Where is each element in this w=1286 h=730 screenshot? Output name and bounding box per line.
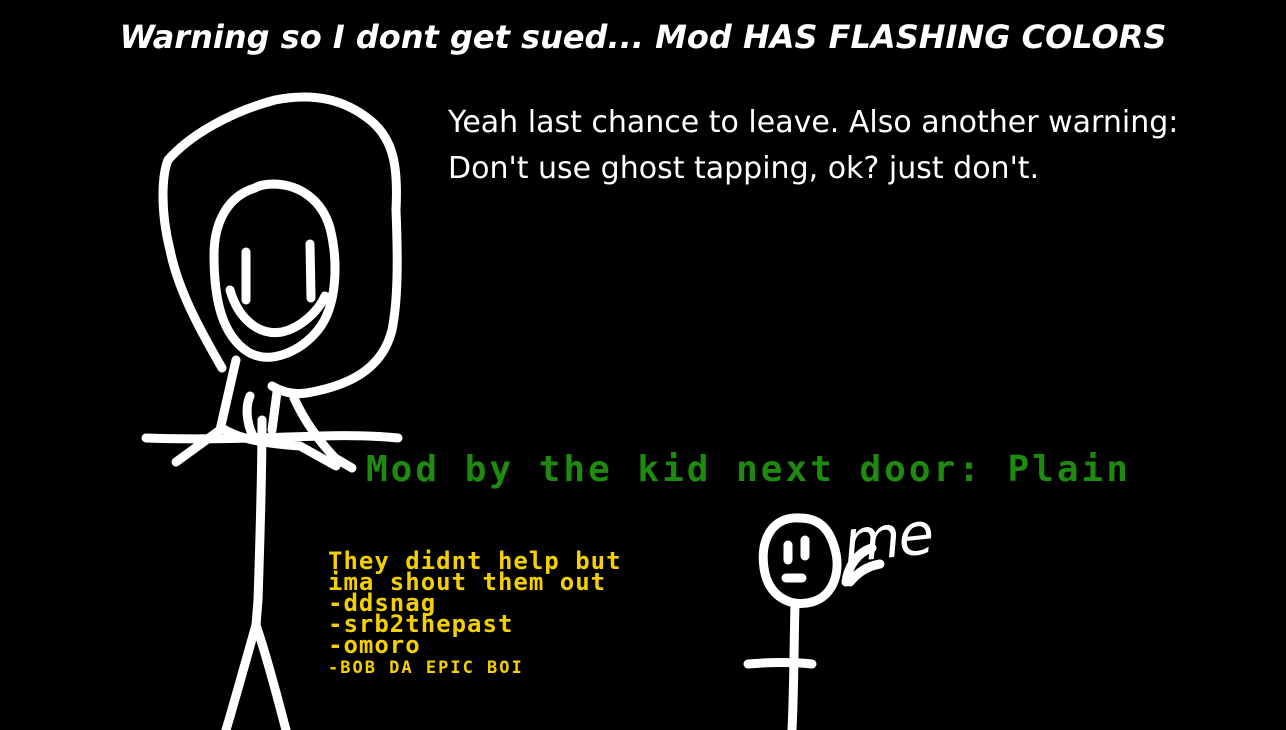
left-leg (221, 620, 261, 730)
ghost-tapping-warning: Yeah last chance to leave. Also another … (448, 100, 1268, 192)
small-head (758, 513, 842, 608)
body (251, 415, 267, 630)
arms (141, 431, 403, 444)
shoutout-line: -omoro (328, 631, 421, 659)
right-eye (305, 239, 316, 303)
shoutout-list: They didnt help but ima shout them out -… (328, 549, 622, 680)
small-arms (743, 658, 817, 669)
me-label: me (840, 498, 936, 576)
game-screen: Warning so I dont get sued... Mod HAS FL… (0, 0, 1286, 730)
right-leg (251, 620, 291, 730)
message-line: Don't use ghost tapping, ok? just don't. (448, 151, 1040, 186)
flashing-colors-warning: Warning so I dont get sued... Mod HAS FL… (119, 18, 1167, 56)
shoutout-line: -BOB DA EPIC BOI (328, 658, 524, 678)
mod-credit: Mod by the kid next door: Plain (366, 449, 1131, 490)
hair-outline (158, 92, 402, 399)
message-line: Yeah last chance to leave. Also another … (448, 105, 1179, 140)
